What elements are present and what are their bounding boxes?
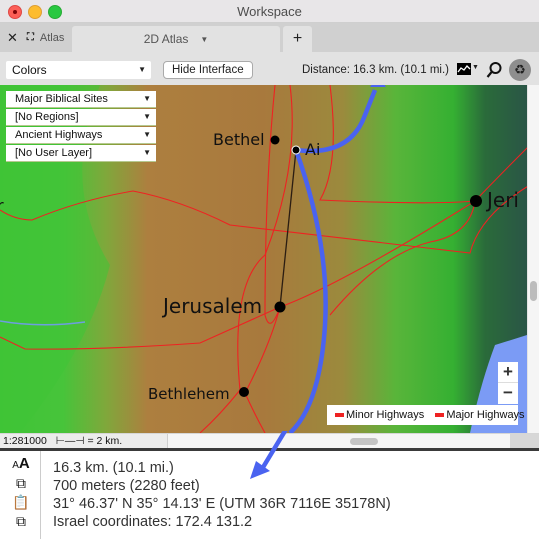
chevron-down-icon: ▼ <box>143 148 151 157</box>
recycle-icon[interactable]: ♻ <box>509 59 531 81</box>
hide-interface-button[interactable]: Hide Interface <box>163 61 253 79</box>
map-view[interactable]: Bethel Ai Jerusalem Bethlehem Jeri r Maj… <box>0 85 527 433</box>
legend-label-major: Major Highways <box>446 409 525 421</box>
info-panel: AA ⧉ 📋 ⧉ 16.3 km. (10.1 mi.) 700 meters … <box>0 431 539 539</box>
layer-value: Major Biblical Sites <box>15 93 108 105</box>
legend-swatch-minor <box>335 413 344 418</box>
distance-readout: Distance: 16.3 km. (10.1 mi.) <box>302 64 449 76</box>
chevron-down-icon: ▼ <box>143 94 151 103</box>
chevron-down-icon[interactable]: ▼ <box>200 35 208 44</box>
window-title: Workspace <box>237 4 302 19</box>
copy-icon[interactable]: ⧉ <box>11 475 31 492</box>
terrain-icon[interactable] <box>457 63 471 75</box>
site-marker-bethel[interactable] <box>270 135 280 145</box>
site-marker-ai[interactable] <box>291 145 301 155</box>
scale-readout: 1:281000 ⊢—⊣ = 2 km. <box>0 434 168 449</box>
layer-select-sites[interactable]: Major Biblical Sites ▼ <box>6 91 156 108</box>
info-israel-coordinates: Israel coordinates: 172.4 131.2 <box>53 514 253 530</box>
place-label-jericho: Jeri <box>487 188 519 212</box>
legend-swatch-major <box>435 413 445 418</box>
place-label-bethel: Bethel <box>213 130 265 149</box>
font-size-icon[interactable]: AA <box>11 455 31 472</box>
title-bar: Workspace <box>0 0 539 23</box>
search-icon[interactable] <box>486 61 502 79</box>
color-mode-value: Colors <box>12 63 47 77</box>
horizontal-scroll-thumb[interactable] <box>350 438 378 445</box>
tab-bar: ✕ ⛶ Atlas 2D Atlas ▼ + <box>0 23 539 52</box>
place-label-partial: r <box>0 196 4 215</box>
place-label-bethlehem: Bethlehem <box>148 385 230 403</box>
site-marker-jericho[interactable] <box>470 195 482 207</box>
clipboard-icon[interactable]: 📋 <box>11 494 31 511</box>
route-arrow-continuation <box>250 431 288 479</box>
chevron-down-icon[interactable]: ▼ <box>472 64 479 71</box>
export-icon[interactable]: ⧉ <box>11 513 31 530</box>
arrowhead <box>370 85 386 87</box>
chevron-down-icon: ▼ <box>143 130 151 139</box>
place-label-jerusalem: Jerusalem <box>163 294 263 318</box>
info-toolbar: AA ⧉ 📋 ⧉ <box>0 451 41 539</box>
info-coordinates: 31° 46.37' N 35° 14.13' E (UTM 36R 7116E… <box>53 496 391 512</box>
zoom-in-button[interactable]: + <box>498 362 518 382</box>
pane-label: Atlas <box>39 31 65 44</box>
chevron-down-icon: ▼ <box>138 65 146 74</box>
tab-label: 2D Atlas <box>143 32 189 46</box>
layer-value: [No Regions] <box>15 111 79 123</box>
pane-header: ✕ ⛶ Atlas <box>0 23 72 52</box>
chevron-down-icon: ▼ <box>143 112 151 121</box>
vertical-scrollbar[interactable] <box>527 85 539 433</box>
layer-value: [No User Layer] <box>15 147 93 159</box>
close-pane-icon[interactable]: ✕ <box>7 30 18 46</box>
scale-bar-label: = 2 km. <box>87 435 123 447</box>
map-legend: Minor Highways Major Highways <box>327 405 525 425</box>
zoom-out-button[interactable]: − <box>498 383 518 403</box>
legend-label-minor: Minor Highways <box>346 409 425 421</box>
color-mode-select[interactable]: Colors ▼ <box>6 61 151 79</box>
site-marker-jerusalem[interactable] <box>274 301 286 313</box>
layer-select-highways[interactable]: Ancient Highways ▼ <box>6 127 156 144</box>
add-tab-button[interactable]: + <box>283 26 312 52</box>
scale-bar-icon: ⊢—⊣ <box>55 435 85 447</box>
layer-select-regions[interactable]: [No Regions] ▼ <box>6 109 156 126</box>
scale-ratio: 1:281000 <box>3 435 47 447</box>
fullscreen-icon[interactable]: ⛶ <box>27 32 34 43</box>
layer-value: Ancient Highways <box>15 129 103 141</box>
site-marker-bethlehem[interactable] <box>239 387 249 397</box>
status-corner <box>510 434 539 449</box>
tab-2d-atlas[interactable]: 2D Atlas ▼ <box>72 26 280 52</box>
place-label-ai: Ai <box>305 140 321 159</box>
vertical-scroll-thumb[interactable] <box>530 281 537 301</box>
layer-selectors: Major Biblical Sites ▼ [No Regions] ▼ Anci… <box>6 91 156 163</box>
layer-select-user[interactable]: [No User Layer] ▼ <box>6 145 156 162</box>
toolbar: Colors ▼ Hide Interface Distance: 16.3 k… <box>0 52 539 86</box>
zoom-control: + − <box>498 362 518 404</box>
